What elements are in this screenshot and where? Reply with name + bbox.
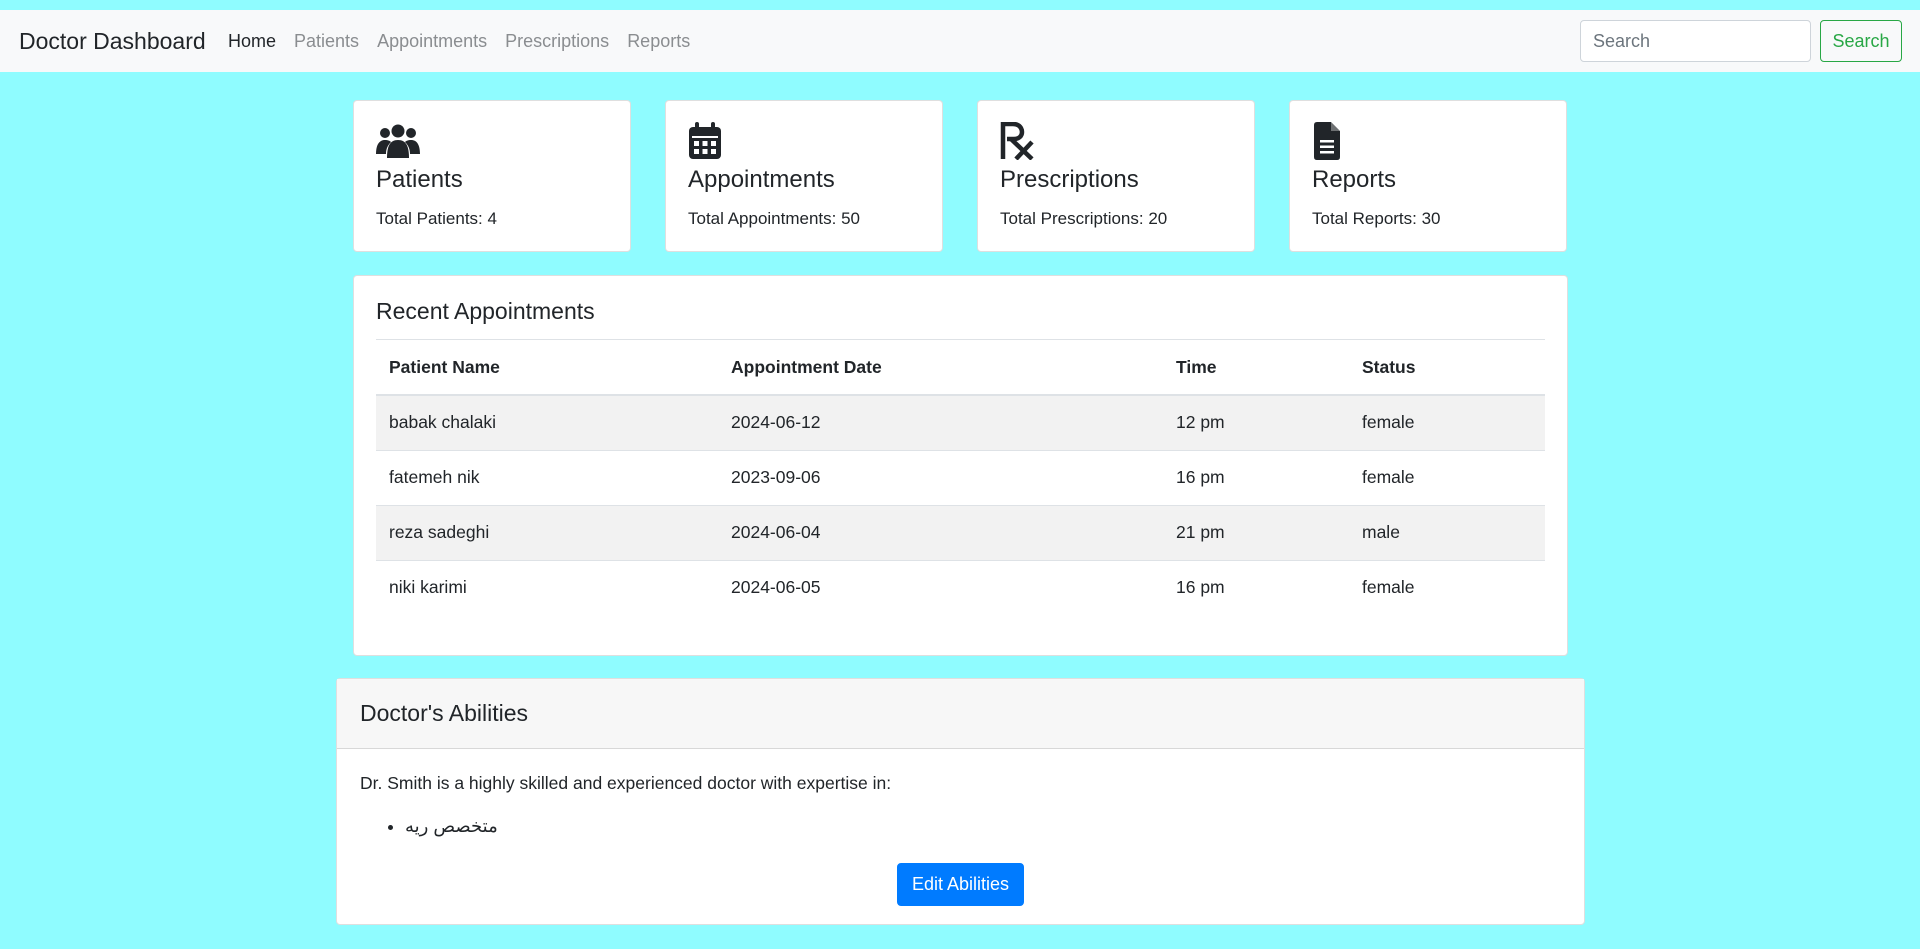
file-icon — [1314, 122, 1340, 160]
edit-abilities-button[interactable]: Edit Abilities — [897, 863, 1024, 906]
time-cell: 21 pm — [1163, 504, 1349, 560]
search-button[interactable]: Search — [1820, 20, 1902, 62]
status-cell: female — [1349, 449, 1545, 505]
abilities-card: Doctor's Abilities Dr. Smith is a highly… — [336, 678, 1585, 925]
date-cell: 2023-09-06 — [718, 449, 1163, 505]
stat-text: Total Prescriptions: 20 — [1000, 208, 1168, 228]
recent-appointments-card: Recent Appointments Patient Name Appoint… — [353, 275, 1568, 656]
column-header: Status — [1349, 340, 1545, 396]
abilities-header: Doctor's Abilities — [337, 679, 1584, 749]
patient-name-cell: niki karimi — [376, 559, 718, 615]
nav-link-home[interactable]: Home — [228, 31, 276, 52]
patient-name-cell: fatemeh nik — [376, 449, 718, 505]
patient-name-cell: babak chalaki — [376, 394, 718, 450]
stat-title: Appointments — [688, 166, 835, 193]
column-header: Time — [1163, 340, 1349, 396]
status-cell: female — [1349, 559, 1545, 615]
prescriptions-card: Prescriptions Total Prescriptions: 20 — [977, 100, 1255, 252]
date-cell: 2024-06-04 — [718, 504, 1163, 560]
patient-name-cell: reza sadeghi — [376, 504, 718, 560]
time-cell: 16 pm — [1163, 559, 1349, 615]
prescription-icon — [1000, 122, 1034, 160]
stat-title: Reports — [1312, 166, 1397, 193]
nav-links: Home Patients Appointments Prescriptions… — [228, 10, 708, 72]
table-row: fatemeh nik 2023-09-06 16 pm female — [376, 449, 1545, 505]
stat-text: Total Reports: 30 — [1312, 208, 1441, 228]
appointments-table: Patient Name Appointment Date Time Statu… — [376, 340, 1545, 615]
table-row: reza sadeghi 2024-06-04 21 pm male — [376, 504, 1545, 560]
stat-text: Total Patients: 4 — [376, 208, 497, 228]
stat-text: Total Appointments: 50 — [688, 208, 861, 228]
time-cell: 12 pm — [1163, 394, 1349, 450]
table-row: niki karimi 2024-06-05 16 pm female — [376, 559, 1545, 615]
date-cell: 2024-06-12 — [718, 394, 1163, 450]
appointments-card: Appointments Total Appointments: 50 — [665, 100, 943, 252]
users-icon — [376, 124, 420, 158]
column-header: Appointment Date — [718, 340, 1163, 396]
abilities-list: متخصص ریه — [405, 816, 1561, 837]
abilities-description: Dr. Smith is a highly skilled and experi… — [360, 773, 892, 793]
nav-link-reports[interactable]: Reports — [627, 31, 690, 52]
table-header-row: Patient Name Appointment Date Time Statu… — [376, 340, 1545, 396]
abilities-title: Doctor's Abilities — [360, 700, 529, 726]
nav-link-prescriptions[interactable]: Prescriptions — [505, 31, 609, 52]
search-input[interactable] — [1580, 20, 1811, 62]
nav-link-appointments[interactable]: Appointments — [377, 31, 487, 52]
patients-card: Patients Total Patients: 4 — [353, 100, 631, 252]
stat-title: Prescriptions — [1000, 166, 1139, 193]
status-cell: male — [1349, 504, 1545, 560]
navbar-brand[interactable]: Doctor Dashboard — [19, 10, 206, 72]
recent-appointments-title: Recent Appointments — [376, 298, 595, 324]
calendar-icon — [689, 122, 721, 159]
abilities-body: Dr. Smith is a highly skilled and experi… — [337, 749, 1584, 925]
stat-title: Patients — [376, 166, 463, 193]
list-item: متخصص ریه — [405, 816, 1561, 837]
time-cell: 16 pm — [1163, 449, 1349, 505]
nav-link-patients[interactable]: Patients — [294, 31, 359, 52]
status-cell: female — [1349, 394, 1545, 450]
date-cell: 2024-06-05 — [718, 559, 1163, 615]
top-navbar: Doctor Dashboard Home Patients Appointme… — [0, 10, 1920, 72]
column-header: Patient Name — [376, 340, 718, 396]
table-row: babak chalaki 2024-06-12 12 pm female — [376, 394, 1545, 450]
reports-card: Reports Total Reports: 30 — [1289, 100, 1567, 252]
